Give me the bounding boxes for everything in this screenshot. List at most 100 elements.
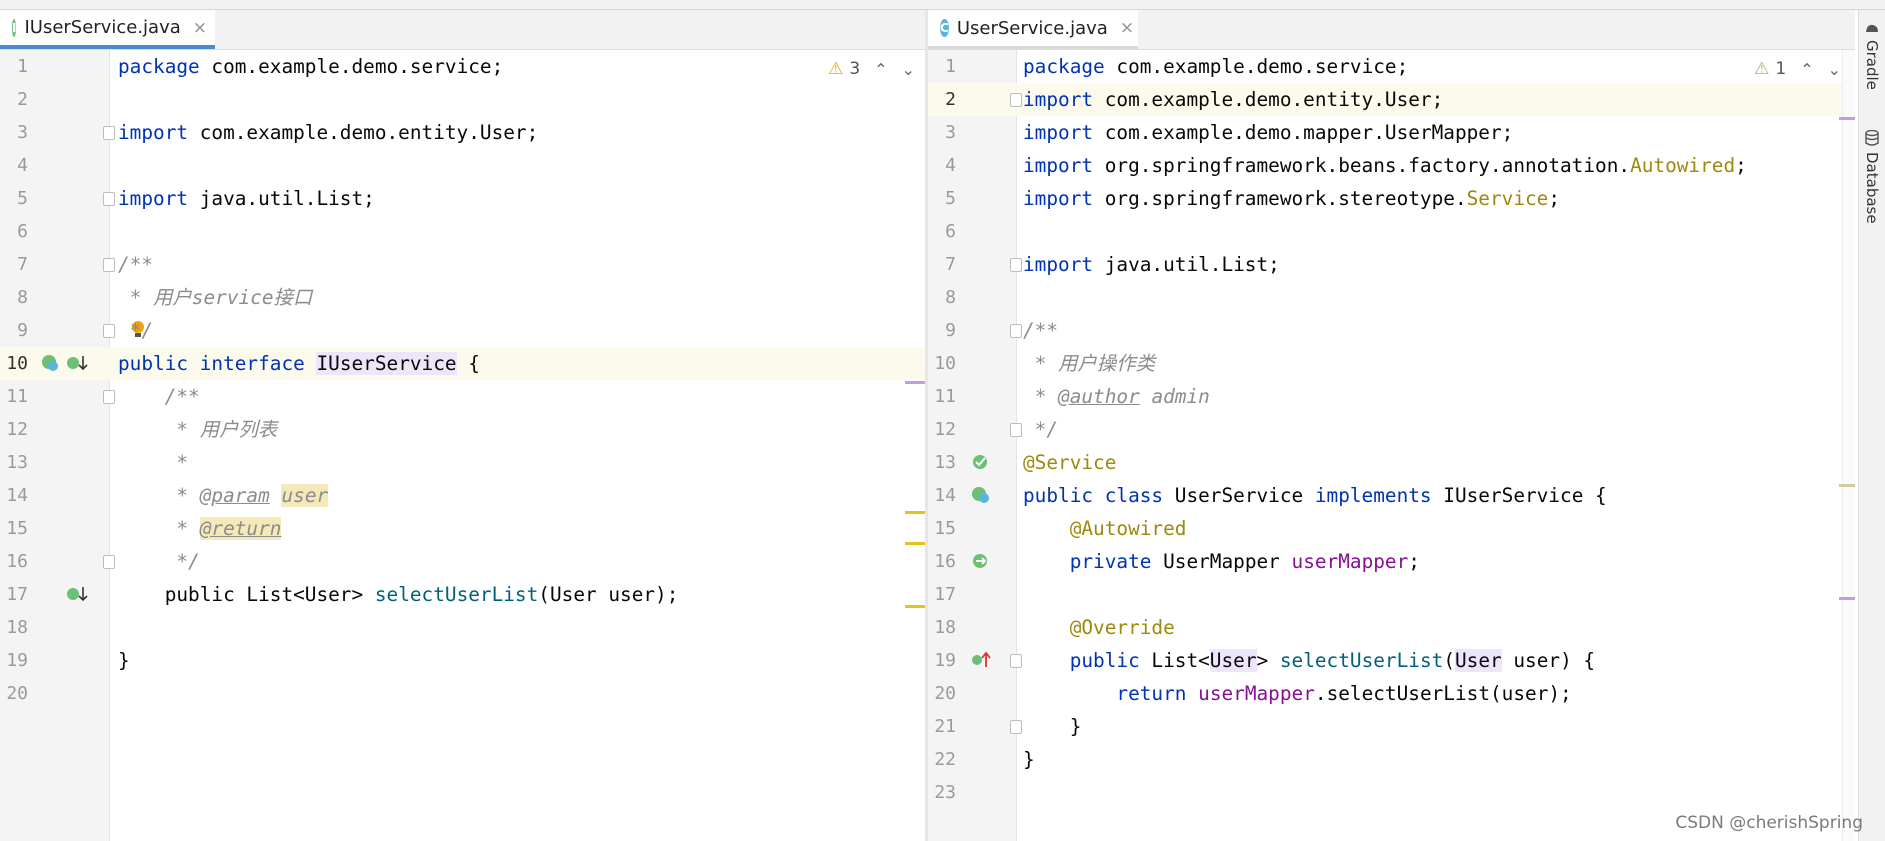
- code-text: private UserMapper userMapper;: [1069, 550, 1420, 573]
- stripe-marker[interactable]: [1839, 597, 1855, 600]
- fold-marker-icon[interactable]: [103, 258, 115, 272]
- spring-bean-icon[interactable]: [970, 452, 992, 472]
- code-line: 4: [0, 149, 925, 182]
- interface-icon: I: [12, 18, 17, 37]
- stripe-marker[interactable]: [1839, 117, 1855, 120]
- tab-userservice[interactable]: C UserService.java ×: [928, 10, 1138, 49]
- line-number: 20: [6, 683, 28, 704]
- code-text: import com.example.demo.mapper.UserMappe…: [1023, 121, 1514, 144]
- line-number: 23: [934, 782, 956, 803]
- right-tab-bar: C UserService.java ×: [928, 10, 1855, 50]
- fold-marker-icon[interactable]: [1010, 258, 1022, 272]
- line-number: 21: [934, 716, 956, 737]
- window-top-strip: [0, 0, 1885, 10]
- gradle-icon[interactable]: [1864, 20, 1880, 36]
- line-number: 17: [6, 584, 28, 605]
- implemented-by-icon[interactable]: [40, 353, 60, 373]
- fold-marker-icon[interactable]: [1010, 423, 1022, 437]
- gradle-tool-button[interactable]: Gradle: [1863, 40, 1881, 90]
- line-number: 22: [934, 749, 956, 770]
- stripe-marker[interactable]: [1839, 484, 1855, 487]
- line-number: 8: [945, 287, 956, 308]
- code-text: /**: [118, 253, 154, 276]
- implements-method-icon[interactable]: [970, 650, 992, 670]
- line-number: 14: [6, 485, 28, 506]
- line-number: 15: [934, 518, 956, 539]
- code-line: 14 * @param user: [0, 479, 925, 512]
- fold-marker-icon[interactable]: [103, 390, 115, 404]
- close-icon[interactable]: ×: [193, 18, 207, 38]
- code-line: 13 @Service: [928, 446, 1855, 479]
- code-line: 8 * 用户service接口: [0, 281, 925, 314]
- code-line: 12 * 用户列表: [0, 413, 925, 446]
- stripe-marker[interactable]: [905, 542, 925, 545]
- code-line: 20 return userMapper.selectUserList(user…: [928, 677, 1855, 710]
- code-text: import java.util.List;: [1023, 253, 1280, 276]
- code-line: 21 }: [928, 710, 1855, 743]
- line-number: 18: [6, 617, 28, 638]
- code-text: import com.example.demo.entity.User;: [118, 121, 539, 144]
- fold-marker-icon[interactable]: [1010, 654, 1022, 668]
- left-tab-bar: I IUserService.java ×: [0, 10, 925, 50]
- code-line: 16 */: [0, 545, 925, 578]
- fold-marker-icon[interactable]: [103, 324, 115, 338]
- code-text: public interface IUserService {: [118, 352, 480, 375]
- code-line: 6: [0, 215, 925, 248]
- line-number: 11: [6, 386, 28, 407]
- left-code-area[interactable]: ⚠ 3 ⌃ ⌄ 1 package com.example.demo.servi…: [0, 50, 925, 841]
- stripe-marker[interactable]: [905, 605, 925, 608]
- line-number: 5: [17, 188, 28, 209]
- code-text: @Service: [1023, 451, 1117, 474]
- fold-marker-icon[interactable]: [103, 192, 115, 206]
- code-line: 15 @Autowired: [928, 512, 1855, 545]
- tab-iuserservice[interactable]: I IUserService.java ×: [0, 10, 215, 49]
- code-text: }: [118, 649, 130, 672]
- database-tool-button[interactable]: Database: [1863, 152, 1881, 224]
- code-line: 5 import java.util.List;: [0, 182, 925, 215]
- fold-marker-icon[interactable]: [1010, 324, 1022, 338]
- spring-class-icon[interactable]: [970, 485, 992, 505]
- tab-label: UserService.java: [956, 17, 1108, 39]
- line-number: 17: [934, 584, 956, 605]
- code-text: @Autowired: [1023, 517, 1187, 540]
- code-text: */: [118, 550, 200, 573]
- stripe-marker[interactable]: [905, 381, 925, 384]
- interface-down-arrow-icon[interactable]: [66, 584, 88, 604]
- fold-marker-icon[interactable]: [103, 555, 115, 569]
- code-line: 18 @Override: [928, 611, 1855, 644]
- autowired-icon[interactable]: [970, 551, 992, 571]
- line-number: 20: [934, 683, 956, 704]
- class-icon: C: [940, 19, 949, 37]
- close-icon[interactable]: ×: [1120, 18, 1134, 38]
- right-scrollbar[interactable]: [1842, 50, 1855, 841]
- code-text: package com.example.demo.service;: [118, 55, 504, 78]
- fold-marker-icon[interactable]: [103, 126, 115, 140]
- fold-marker-icon[interactable]: [1010, 720, 1022, 734]
- line-number: 2: [945, 89, 956, 110]
- line-number: 14: [934, 485, 956, 506]
- line-number: 9: [17, 320, 28, 341]
- line-number: 12: [934, 419, 956, 440]
- code-line: 13 *: [0, 446, 925, 479]
- line-number: 10: [934, 353, 956, 374]
- code-text: import java.util.List;: [118, 187, 375, 210]
- interface-down-arrow-icon[interactable]: [66, 353, 88, 373]
- code-line: 7 import java.util.List;: [928, 248, 1855, 281]
- right-code-area[interactable]: ⚠ 1 ⌃ ⌄ 1 package com.example.demo.servi…: [928, 50, 1855, 841]
- code-line: 6: [928, 215, 1855, 248]
- code-line: 22 }: [928, 743, 1855, 776]
- code-line: 12 */: [928, 413, 1855, 446]
- code-line: 11 /**: [0, 380, 925, 413]
- code-text: */: [118, 319, 154, 342]
- database-icon[interactable]: [1865, 129, 1879, 146]
- code-text: * 用户操作类: [1023, 352, 1155, 375]
- code-line: 1 package com.example.demo.service;: [928, 50, 1855, 83]
- tab-label: IUserService.java: [24, 17, 181, 38]
- code-text: }: [1023, 748, 1035, 771]
- stripe-marker[interactable]: [905, 511, 925, 514]
- line-number: 10: [6, 353, 28, 374]
- code-line: 7 /**: [0, 248, 925, 281]
- code-text: public List<User> selectUserList(User us…: [118, 583, 679, 606]
- fold-marker-icon[interactable]: [1010, 93, 1022, 107]
- line-number: 3: [945, 122, 956, 143]
